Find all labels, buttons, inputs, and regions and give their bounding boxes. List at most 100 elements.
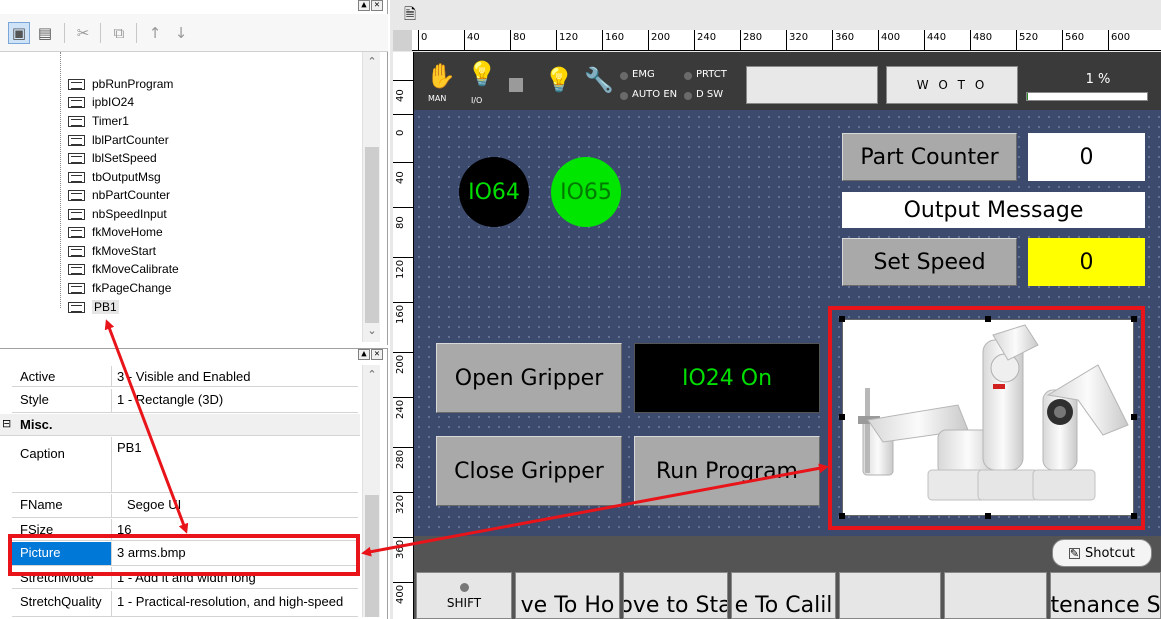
tree-item[interactable]: pbRunProgram: [68, 75, 173, 93]
control-icon: [68, 78, 85, 90]
ruler-tick: [740, 30, 741, 51]
io24-on-indicator[interactable]: IO24 On: [634, 343, 820, 413]
tree-connector: [60, 52, 61, 308]
shift-button[interactable]: SHIFT: [416, 572, 512, 619]
mode-button[interactable]: [746, 66, 878, 104]
io64-indicator[interactable]: IO64: [459, 157, 529, 227]
ruler-tick: [602, 30, 603, 51]
ruler-tick: [464, 30, 465, 51]
woto-button[interactable]: W O T O: [886, 66, 1018, 104]
stop-icon[interactable]: [509, 78, 523, 92]
picture-box-highlight: [828, 306, 1145, 530]
function-key-5[interactable]: [839, 572, 941, 619]
move-home-button[interactable]: ve To Ho: [515, 572, 620, 619]
property-row[interactable]: FName Segoe UI: [12, 494, 358, 518]
property-value[interactable]: Segoe UI: [113, 494, 358, 517]
tree-item-selected[interactable]: PB1: [68, 298, 119, 316]
ruler-tick: [393, 352, 414, 353]
move-up-icon[interactable]: ↑: [144, 22, 166, 44]
property-value[interactable]: 3 - Visible and Enabled: [113, 366, 358, 386]
property-row[interactable]: Active 3 - Visible and Enabled: [12, 366, 358, 387]
io-lamp-icon[interactable]: 💡: [467, 60, 497, 88]
collapse-icon[interactable]: ⊟: [2, 417, 11, 430]
property-row[interactable]: Style 1 - Rectangle (3D): [12, 389, 358, 413]
props-close-button[interactable]: ✕: [371, 349, 383, 360]
ruler-tick: [418, 30, 419, 51]
maintenance-button[interactable]: tenance S: [1050, 572, 1161, 619]
ruler-label: 120: [559, 32, 579, 43]
ruler-label: 360: [395, 539, 406, 559]
tree-close-button[interactable]: ✕: [371, 0, 383, 11]
ruler-tick: [1016, 30, 1017, 51]
props-restore-button[interactable]: ▲: [358, 349, 370, 360]
open-gripper-button[interactable]: Open Gripper: [436, 343, 622, 413]
property-value[interactable]: 1 - Rectangle (3D): [113, 389, 358, 412]
scroll-up-icon[interactable]: ⌃: [363, 368, 381, 381]
tree-item[interactable]: Timer1: [68, 112, 129, 130]
tree-item[interactable]: lblPartCounter: [68, 131, 169, 149]
ruler-tick: [556, 30, 557, 51]
property-row[interactable]: Caption PB1: [12, 437, 358, 493]
ruler-tick: [393, 162, 414, 163]
ruler-tick: [393, 447, 414, 448]
property-category[interactable]: ⊟ Misc.: [0, 414, 360, 436]
page-tab-icon[interactable]: ▤: [34, 22, 56, 44]
ruler-tick: [393, 537, 414, 538]
tree-item[interactable]: lblSetSpeed: [68, 149, 157, 167]
ruler-label: 80: [395, 216, 406, 229]
scroll-down-icon[interactable]: ⌄: [363, 324, 381, 337]
wrench-icon[interactable]: 🔧: [584, 66, 614, 94]
shift-led: [459, 583, 469, 592]
control-icon: [68, 96, 85, 108]
ruler-label: 40: [467, 32, 480, 43]
move-calibrate-button[interactable]: e To Calil: [731, 572, 836, 619]
props-scrollbar[interactable]: ⌃: [362, 365, 380, 617]
function-key-6[interactable]: [944, 572, 1047, 619]
ruler-label: 600: [1111, 32, 1131, 43]
tree-item[interactable]: fkPageChange: [68, 279, 171, 297]
tree-scroll-thumb[interactable]: [365, 147, 379, 323]
move-start-button[interactable]: ove to Sta: [623, 572, 728, 619]
copy-icon[interactable]: ⧉: [108, 22, 130, 44]
tree-item[interactable]: nbSpeedInput: [68, 205, 167, 223]
tree-item[interactable]: nbPartCounter: [68, 186, 170, 204]
property-row[interactable]: StretchQuality 1 - Practical-resolution,…: [12, 591, 358, 617]
tree-item[interactable]: fkMoveStart: [68, 242, 156, 260]
set-speed-value[interactable]: 0: [1028, 238, 1145, 286]
tree-item[interactable]: tbOutputMsg: [68, 168, 161, 186]
vertical-ruler: 40 0 40 80 120 160 200 240 280 320 360 400: [393, 52, 414, 619]
part-counter-value[interactable]: 0: [1028, 133, 1145, 181]
speed-progress-fill: [1027, 93, 1029, 100]
property-value[interactable]: 1 - Practical-resolution, and high-speed: [113, 591, 358, 616]
shortcut-button[interactable]: ✎ Shotcut: [1052, 539, 1152, 567]
lamp-icon[interactable]: 💡: [544, 66, 574, 94]
io-label: I/O: [471, 96, 483, 105]
tree-restore-button[interactable]: ▲: [358, 0, 370, 11]
cut-icon[interactable]: ✂: [72, 22, 94, 44]
hand-icon[interactable]: ✋: [426, 62, 456, 90]
tree-scrollbar[interactable]: ⌃ ⌄: [362, 52, 380, 342]
tree-toolbar: ▣ ▤ ✂ ⧉ ↑ ↓: [0, 14, 388, 52]
scroll-up-icon[interactable]: ⌃: [363, 55, 381, 68]
move-down-icon[interactable]: ↓: [170, 22, 192, 44]
tree-item[interactable]: fkMoveHome: [68, 223, 163, 241]
control-icon: [68, 189, 85, 201]
ruler-tick: [393, 207, 414, 208]
emg-led: [620, 72, 628, 80]
ruler-label: 160: [395, 304, 406, 324]
ruler-tick: [786, 30, 787, 51]
io65-indicator[interactable]: IO65: [551, 157, 621, 227]
control-icon: [68, 171, 85, 183]
control-icon: [68, 301, 85, 313]
speed-progress-bar: [1026, 92, 1148, 101]
document-icon[interactable]: 🗎: [404, 4, 416, 29]
property-name: StretchQuality: [12, 591, 112, 616]
close-gripper-button[interactable]: Close Gripper: [436, 436, 622, 506]
objects-tab-icon[interactable]: ▣: [8, 22, 30, 44]
props-scroll-thumb[interactable]: [365, 495, 379, 617]
property-value[interactable]: PB1: [113, 437, 358, 492]
status-strip: ✋ MAN 💡 I/O 💡 🔧 EMG AUTO EN PRTCT D SW W…: [414, 52, 1161, 110]
tree-item[interactable]: ipbIO24: [68, 93, 134, 111]
run-program-button[interactable]: Run Program: [634, 436, 820, 506]
tree-item[interactable]: fkMoveCalibrate: [68, 260, 179, 278]
